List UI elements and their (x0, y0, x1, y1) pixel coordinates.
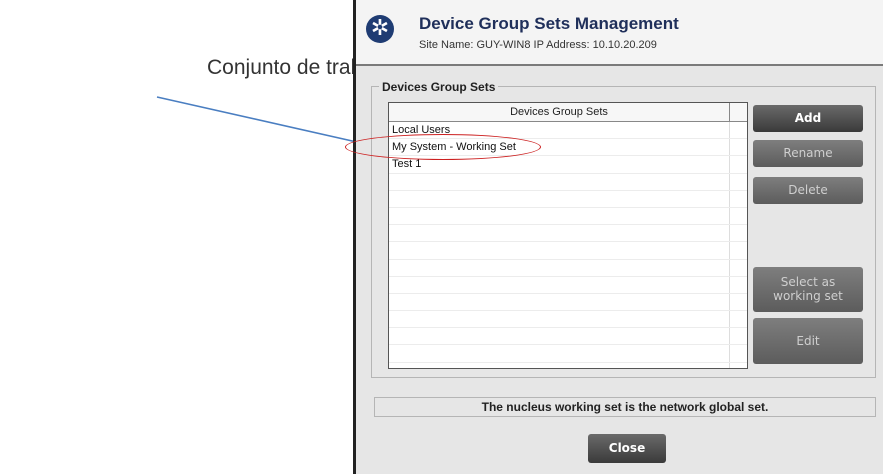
close-button[interactable]: Close (588, 434, 666, 463)
site-info: Site Name: GUY-WIN8 IP Address: 10.10.20… (419, 39, 657, 51)
select-as-working-set-button[interactable]: Select as working set (753, 267, 863, 312)
highlight-oval (345, 134, 541, 160)
list-item[interactable] (389, 328, 747, 346)
list-item[interactable] (389, 242, 747, 260)
select-button-line1: Select as (780, 275, 836, 289)
list-item[interactable] (389, 190, 747, 208)
add-button[interactable]: Add (753, 105, 863, 132)
nucleus-logo-icon: ✲ (366, 15, 394, 43)
list-header: Devices Group Sets (389, 103, 747, 122)
list-item[interactable] (389, 276, 747, 294)
select-button-line2: working set (773, 289, 843, 303)
list-item[interactable] (389, 293, 747, 312)
list-item[interactable] (389, 259, 747, 277)
list-item[interactable] (389, 207, 747, 226)
list-item[interactable] (389, 362, 747, 368)
edit-button[interactable]: Edit (753, 318, 863, 364)
list-item-label: Test 1 (392, 158, 422, 171)
list-item[interactable] (389, 311, 747, 329)
list-item[interactable] (389, 345, 747, 363)
rename-button[interactable]: Rename (753, 140, 863, 167)
window-header: ✲ Device Group Sets Management Site Name… (356, 0, 883, 66)
list-item[interactable] (389, 225, 747, 243)
window-title: Device Group Sets Management (419, 14, 679, 33)
status-message: The nucleus working set is the network g… (374, 397, 876, 417)
group-label: Devices Group Sets (379, 80, 499, 94)
list-item[interactable] (389, 173, 747, 191)
device-group-sets-window: ✲ Device Group Sets Management Site Name… (345, 0, 883, 474)
delete-button[interactable]: Delete (753, 177, 863, 204)
column-header[interactable]: Devices Group Sets (389, 103, 730, 121)
